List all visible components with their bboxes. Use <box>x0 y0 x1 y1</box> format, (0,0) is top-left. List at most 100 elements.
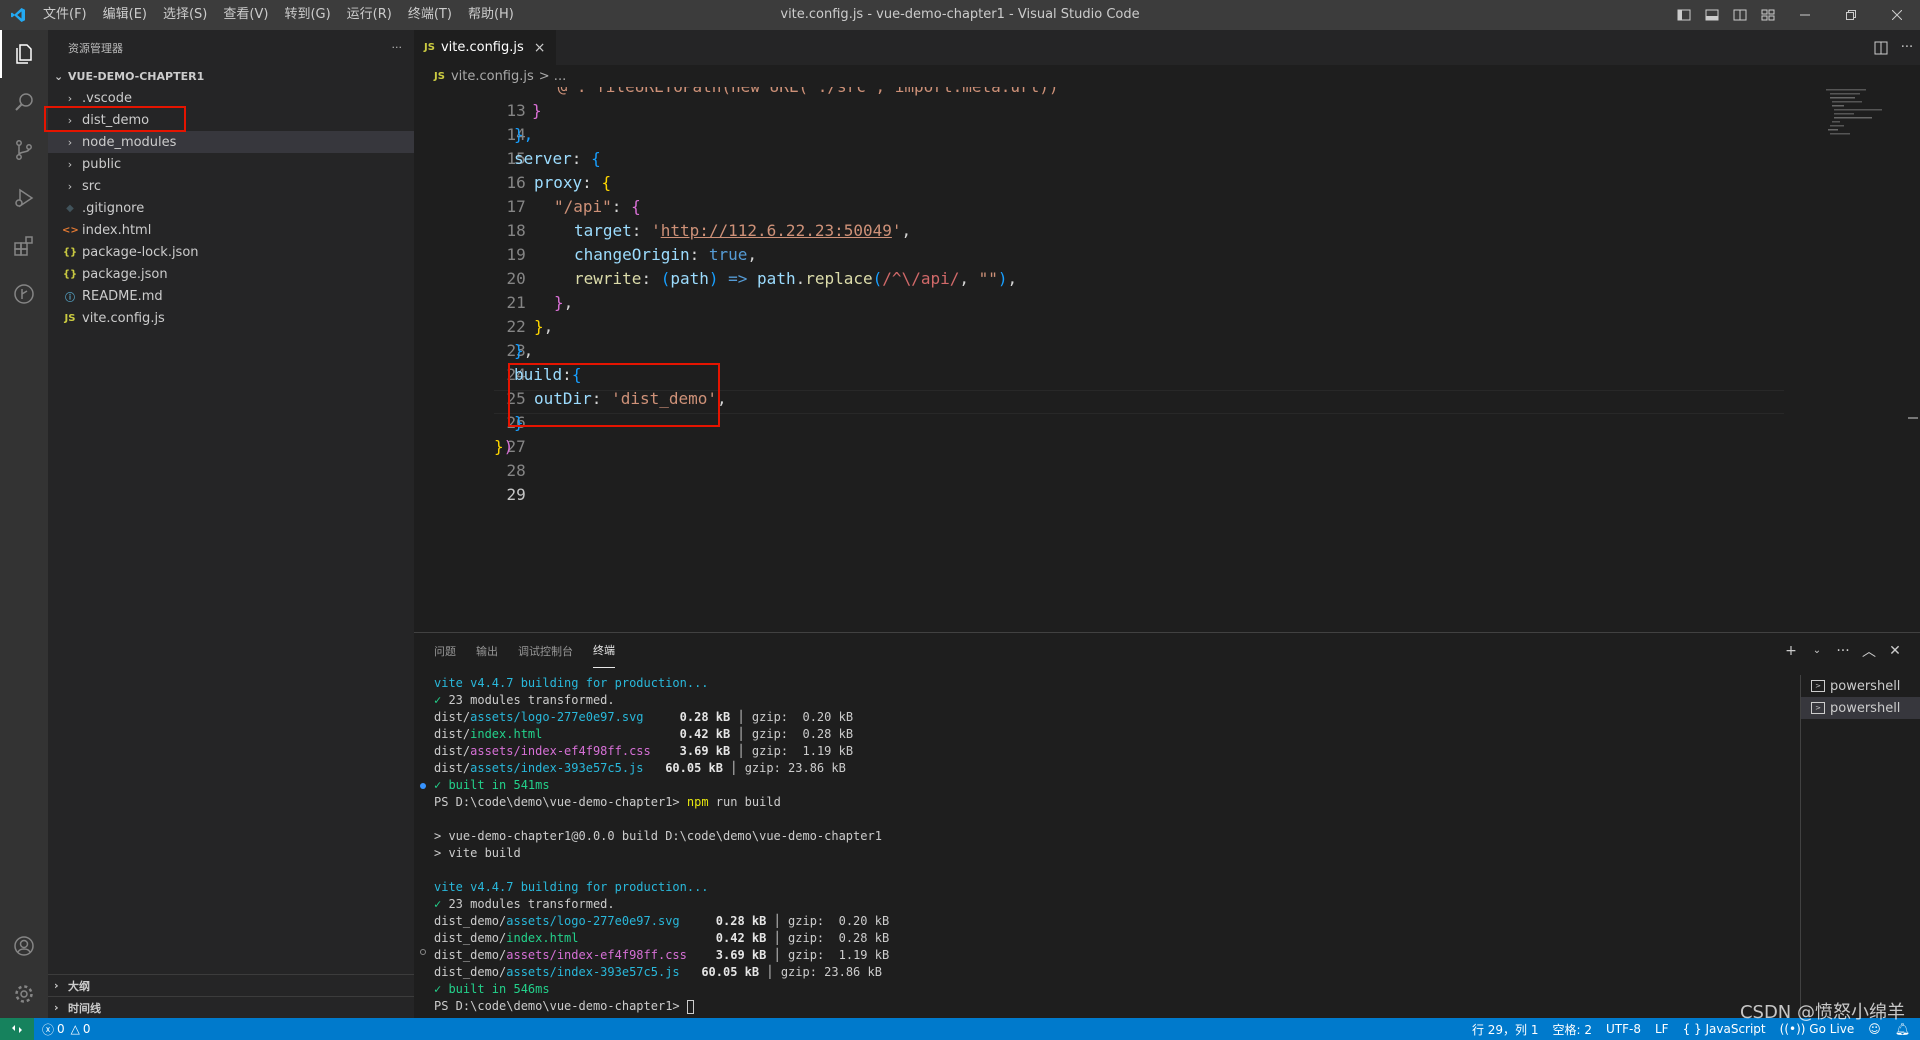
tree-folder-src[interactable]: › src <box>48 175 414 197</box>
tree-folder-vscode[interactable]: › .vscode <box>48 87 414 109</box>
close-tab-icon[interactable]: × <box>534 40 546 56</box>
outline-section[interactable]: › 大纲 <box>48 974 414 996</box>
editor-scrollbar[interactable] <box>1906 87 1920 632</box>
terminal-text: built in 541ms <box>441 778 550 792</box>
minimap[interactable] <box>1826 87 1906 147</box>
menu-terminal[interactable]: 终端(T) <box>400 0 460 30</box>
tree-file-index-html[interactable]: <> index.html <box>48 219 414 241</box>
menu-go[interactable]: 转到(G) <box>276 0 338 30</box>
feedback-icon[interactable]: ☺ <box>1868 1022 1881 1036</box>
terminal-item-powershell[interactable]: > powershell <box>1801 675 1920 697</box>
tab-terminal[interactable]: 终端 <box>593 633 615 668</box>
project-folder-header[interactable]: ⌄ VUE-DEMO-CHAPTER1 <box>48 65 414 87</box>
restore-icon[interactable] <box>1828 0 1874 30</box>
code-text: changeOrigin: true, <box>574 245 758 264</box>
close-panel-icon[interactable]: ✕ <box>1882 643 1908 659</box>
tree-item-label: README.md <box>82 288 163 304</box>
chevron-right-icon: › <box>54 1001 59 1014</box>
close-window-icon[interactable] <box>1874 0 1920 30</box>
tree-file-readme[interactable]: ⓘ README.md <box>48 285 414 307</box>
terminal-file-dir: dist_demo/ <box>434 948 507 962</box>
scroll-marker <box>1908 417 1918 419</box>
tab-vite-config[interactable]: JS vite.config.js × <box>414 30 556 65</box>
code-text: server: { <box>514 149 601 168</box>
language-mode[interactable]: { } JavaScript <box>1683 1022 1766 1036</box>
terminal-file-gzip: gzip: 1.19 kB <box>751 744 854 758</box>
tree-file-package-json[interactable]: {} package.json <box>48 263 414 285</box>
title-bar: 文件(F) 编辑(E) 选择(S) 查看(V) 转到(G) 运行(R) 终端(T… <box>0 0 1920 30</box>
problems-status[interactable]: ⓧ 0 △ 0 <box>34 1021 91 1038</box>
menu-bar: 文件(F) 编辑(E) 选择(S) 查看(V) 转到(G) 运行(R) 终端(T… <box>35 0 522 30</box>
end-of-line[interactable]: LF <box>1655 1022 1669 1036</box>
code-text: '@': fileURLToPath(new URL('./src', impo… <box>548 87 1059 99</box>
breadcrumb-rest[interactable]: > ... <box>539 69 566 84</box>
breadcrumb-file[interactable]: vite.config.js <box>451 69 534 84</box>
tree-folder-dist-demo[interactable]: › dist_demo <box>48 109 414 131</box>
terminal-args: run build <box>708 795 781 809</box>
tree-file-vite-config[interactable]: JS vite.config.js <box>48 307 414 329</box>
tree-folder-node-modules[interactable]: › node_modules <box>48 131 414 153</box>
menu-help[interactable]: 帮助(H) <box>460 0 522 30</box>
terminal-item-powershell[interactable]: > powershell <box>1801 697 1920 719</box>
go-live-button[interactable]: ((•)) Go Live <box>1780 1022 1855 1036</box>
split-editor-icon[interactable] <box>1868 30 1894 65</box>
explorer-icon[interactable] <box>0 30 48 78</box>
toggle-secondary-sidebar-icon[interactable] <box>1726 0 1754 30</box>
gear-icon[interactable] <box>0 970 48 1018</box>
extensions-icon[interactable] <box>0 222 48 270</box>
terminal-line: dist_demo/assets/logo-277e0e97.svg 0.28 … <box>434 913 1794 930</box>
encoding[interactable]: UTF-8 <box>1606 1022 1641 1036</box>
code-text: target: 'http://112.6.22.23:50049', <box>574 221 912 240</box>
customize-layout-icon[interactable] <box>1754 0 1782 30</box>
go-live-label: Go Live <box>1809 1022 1855 1036</box>
new-terminal-icon[interactable]: + <box>1778 643 1804 659</box>
tree-folder-public[interactable]: › public <box>48 153 414 175</box>
code-line-20: 20 changeOrigin: true, <box>414 243 1794 288</box>
minimize-icon[interactable] <box>1782 0 1828 30</box>
code-line-27: 27 } <box>414 411 1794 456</box>
more-actions-icon[interactable]: ··· <box>1830 643 1856 659</box>
indentation[interactable]: 空格: 2 <box>1553 1021 1593 1038</box>
remote-icon[interactable] <box>0 1018 34 1040</box>
chevron-down-icon[interactable]: ⌄ <box>1804 645 1830 656</box>
terminal-line: > vite build <box>434 845 1794 862</box>
search-icon[interactable] <box>0 78 48 126</box>
timeline-section[interactable]: › 时间线 <box>48 996 414 1018</box>
terminal-file-size: 0.42 kB <box>672 727 731 741</box>
editor-area: JS vite.config.js × ··· JS vite.config.j… <box>414 30 1920 632</box>
toggle-sidebar-icon[interactable] <box>1670 0 1698 30</box>
menu-edit[interactable]: 编辑(E) <box>95 0 155 30</box>
terminal-icon: > <box>1811 702 1825 714</box>
git-file-icon: ◆ <box>66 202 74 214</box>
tree-item-label: .gitignore <box>82 200 145 216</box>
toggle-panel-icon[interactable] <box>1698 0 1726 30</box>
run-debug-icon[interactable] <box>0 174 48 222</box>
terminal-text: built in 546ms <box>441 982 550 996</box>
terminal-cursor <box>686 999 694 1014</box>
terminal-line: PS D:\code\demo\vue-demo-chapter1> <box>434 998 1794 1015</box>
terminal-file-name: assets/index-ef4f98ff.css <box>470 744 651 758</box>
terminal-file-size: 0.28 kB <box>708 914 767 928</box>
gitlens-icon[interactable] <box>0 270 48 318</box>
code-editor[interactable]: 13 '@': fileURLToPath(new URL('./src', i… <box>414 87 1904 632</box>
menu-view[interactable]: 查看(V) <box>215 0 276 30</box>
notifications-icon[interactable]: 🔔︎ <box>1895 1022 1910 1036</box>
source-control-icon[interactable] <box>0 126 48 174</box>
more-actions-icon[interactable]: ··· <box>392 41 403 54</box>
tree-file-package-lock[interactable]: {} package-lock.json <box>48 241 414 263</box>
menu-selection[interactable]: 选择(S) <box>155 0 215 30</box>
tree-file-gitignore[interactable]: ◆ .gitignore <box>48 197 414 219</box>
code-text: } <box>532 101 542 120</box>
terminal-file-gzip: gzip: 1.19 kB <box>788 948 890 962</box>
tab-output[interactable]: 输出 <box>476 633 498 668</box>
tab-problems[interactable]: 问题 <box>434 633 456 668</box>
menu-run[interactable]: 运行(R) <box>339 0 400 30</box>
menu-file[interactable]: 文件(F) <box>35 0 95 30</box>
cursor-position[interactable]: 行 29，列 1 <box>1472 1021 1539 1038</box>
tab-debug-console[interactable]: 调试控制台 <box>518 633 573 668</box>
terminal-output[interactable]: vite v4.4.7 building for production... ✓ … <box>434 675 1794 1015</box>
account-icon[interactable] <box>0 922 48 970</box>
more-actions-icon[interactable]: ··· <box>1894 30 1920 65</box>
maximize-panel-icon[interactable]: ︿ <box>1856 641 1882 661</box>
